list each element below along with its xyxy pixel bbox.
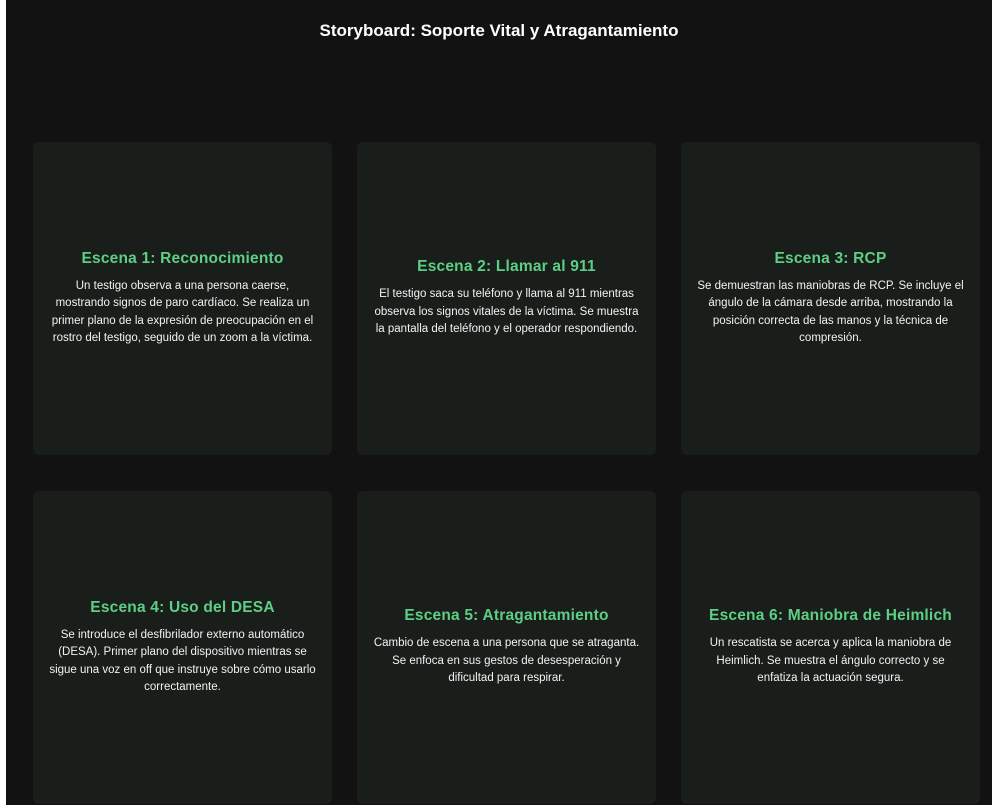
scene-title: Escena 2: Llamar al 911 (417, 258, 596, 276)
scene-card-6: Escena 6: Maniobra de Heimlich Un rescat… (681, 491, 980, 804)
scene-title: Escena 1: Reconocimiento (81, 249, 284, 267)
scene-description: Cambio de escena a una persona que se at… (373, 637, 640, 685)
scene-title: Escena 5: Atragantamiento (404, 607, 609, 625)
scene-description: Un rescatista se acerca y aplica la mani… (709, 637, 952, 685)
scene-card-1: Escena 1: Reconocimiento Un testigo obse… (33, 142, 332, 455)
scene-card-2: Escena 2: Llamar al 911 El testigo saca … (357, 142, 656, 455)
scene-title: Escena 6: Maniobra de Heimlich (709, 607, 952, 625)
scene-card-3: Escena 3: RCP Se demuestran las maniobra… (681, 142, 980, 455)
scene-description: Se introduce el desfibrilador externo au… (49, 628, 316, 694)
scene-description: El testigo saca su teléfono y llama al 9… (374, 288, 639, 336)
scene-title: Escena 3: RCP (774, 249, 887, 267)
scene-grid: Escena 1: Reconocimiento Un testigo obse… (33, 142, 980, 804)
scene-card-5: Escena 5: Atragantamiento Cambio de esce… (357, 491, 656, 804)
scene-title: Escena 4: Uso del DESA (90, 598, 275, 616)
scene-description: Un testigo observa a una persona caerse,… (51, 279, 314, 345)
scene-card-4: Escena 4: Uso del DESA Se introduce el d… (33, 491, 332, 804)
scene-description: Se demuestran las maniobras de RCP. Se i… (697, 279, 964, 345)
page-title: Storyboard: Soporte Vital y Atragantamie… (319, 21, 679, 40)
storyboard-page: Storyboard: Soporte Vital y Atragantamie… (6, 0, 992, 805)
